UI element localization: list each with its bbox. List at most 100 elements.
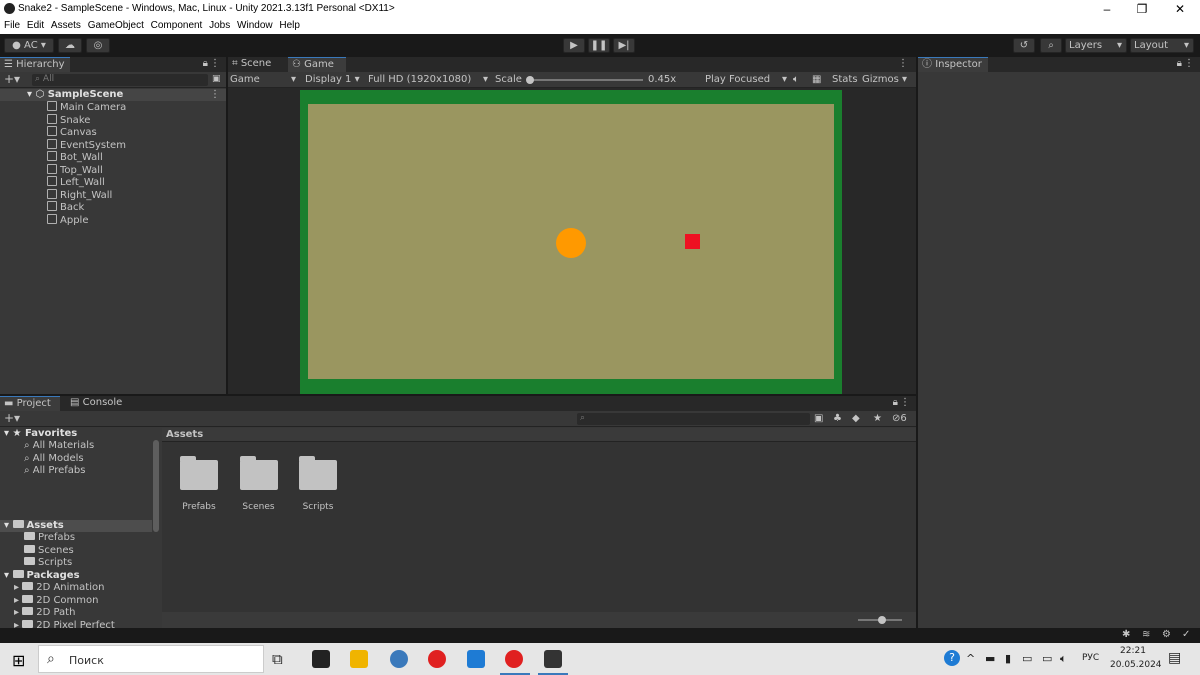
assets-header[interactable]: ▾ Assets xyxy=(4,520,64,532)
account-dropdown[interactable]: ● AC ▾ xyxy=(4,38,54,53)
play-button[interactable]: ▶ xyxy=(563,38,585,53)
assets-folder-item[interactable]: Scripts xyxy=(24,557,72,569)
scale-slider-handle[interactable] xyxy=(526,76,534,84)
hierarchy-item[interactable]: EventSystem xyxy=(47,138,126,151)
unity-taskbar-icon[interactable] xyxy=(544,650,562,668)
battery-icon[interactable]: ▬ xyxy=(985,652,995,665)
volume-icon[interactable]: 🔈︎ xyxy=(1060,652,1067,666)
lock-icon[interactable]: 🔒︎ xyxy=(203,58,208,69)
progress-icon[interactable]: ≋ xyxy=(1142,629,1150,640)
package-item[interactable]: ▸ 2D Animation xyxy=(14,582,104,594)
favorites-item[interactable]: ⌕ All Prefabs xyxy=(24,465,85,477)
lock-icon[interactable]: 🔒︎ xyxy=(1177,58,1182,69)
add-plus-icon[interactable]: +▾ xyxy=(4,72,20,86)
tab-hierarchy[interactable]: ☰ Hierarchy xyxy=(0,57,70,72)
hierarchy-item[interactable]: Back xyxy=(47,201,84,213)
favorites-header[interactable]: ▾ ★ Favorites xyxy=(4,428,77,440)
taskbar-search-box[interactable]: ⌕ Поиск xyxy=(38,645,264,673)
chevron-right-icon[interactable]: ▸ xyxy=(14,595,22,606)
tab-inspector[interactable]: ⓘ Inspector xyxy=(918,57,988,72)
menu-window[interactable]: Window xyxy=(233,18,273,31)
project-folder-tile[interactable]: Scenes xyxy=(229,456,289,516)
tab-scene[interactable]: ⌗ Scene xyxy=(228,57,286,72)
project-folder-tile[interactable]: Scripts xyxy=(288,456,348,516)
hierarchy-item[interactable]: Left_Wall xyxy=(47,176,105,188)
clock-date[interactable]: 20.05.2024 xyxy=(1110,660,1162,670)
stats-button[interactable]: Stats xyxy=(832,74,858,85)
amazon-icon[interactable] xyxy=(312,650,330,668)
breadcrumb-assets[interactable]: Assets xyxy=(166,429,203,440)
gizmos-dropdown[interactable]: Gizmos ▾ xyxy=(862,74,907,85)
favorite-star-icon[interactable]: ★ xyxy=(873,413,882,424)
packages-header[interactable]: ▾ Packages xyxy=(4,570,80,582)
mail-icon[interactable] xyxy=(467,650,485,668)
file-explorer-icon[interactable] xyxy=(350,650,368,668)
tab-console[interactable]: ▤ Console xyxy=(66,396,130,411)
project-folder-tile[interactable]: Prefabs xyxy=(169,456,229,516)
hierarchy-item[interactable]: Apple xyxy=(47,213,88,226)
menu-edit[interactable]: Edit xyxy=(23,18,44,31)
menu-file[interactable]: File xyxy=(0,18,20,31)
language-indicator[interactable]: РУС xyxy=(1082,653,1099,663)
menu-gameobject[interactable]: GameObject xyxy=(84,18,144,31)
lock-icon[interactable]: 🔒︎ xyxy=(893,397,898,408)
yandex-icon[interactable] xyxy=(428,650,446,668)
layout-dropdown[interactable]: Layout ▾ xyxy=(1130,38,1194,53)
network-icon[interactable]: ▭ xyxy=(1022,652,1032,665)
favorites-item[interactable]: ⌕ All Models xyxy=(24,453,84,465)
display-dropdown[interactable]: Display 1 ▾ xyxy=(305,74,360,85)
close-window-button[interactable]: ✕ xyxy=(1160,1,1200,17)
kebab-menu-icon[interactable]: ⋮ xyxy=(898,58,908,69)
display-icon[interactable]: ▭ xyxy=(1042,652,1052,665)
search-by-label-icon[interactable]: ♣ xyxy=(833,413,842,424)
app-icon[interactable] xyxy=(390,650,408,668)
kebab-menu-icon[interactable]: ⋮ xyxy=(1184,58,1194,69)
debug-icon[interactable]: ✱ xyxy=(1122,629,1130,640)
menu-component[interactable]: Component xyxy=(147,18,203,31)
hierarchy-item[interactable]: Canvas xyxy=(47,126,97,138)
assets-folder-item[interactable]: Scenes xyxy=(24,544,74,557)
search-options-icon[interactable]: ▣ xyxy=(212,74,221,84)
assets-folder-item[interactable]: Prefabs xyxy=(24,532,75,544)
clock-time[interactable]: 22:21 xyxy=(1120,646,1146,656)
chevron-right-icon[interactable]: ▸ xyxy=(14,607,22,618)
auto-generate-icon[interactable]: ⚙ xyxy=(1162,629,1171,640)
icon-size-slider-handle[interactable] xyxy=(878,616,886,624)
notifications-icon[interactable]: ▤ xyxy=(1168,650,1181,666)
yandex-browser-icon[interactable] xyxy=(505,650,523,668)
collab-icon[interactable]: ◎ xyxy=(86,38,110,53)
resolution-dropdown[interactable]: Full HD (1920x1080) ▾ xyxy=(368,74,488,85)
chevron-right-icon[interactable]: ▸ xyxy=(14,582,22,593)
hierarchy-item[interactable]: Right_Wall xyxy=(47,188,112,201)
favorites-item[interactable]: ⌕ All Materials xyxy=(24,440,94,452)
hierarchy-item[interactable]: Snake xyxy=(47,113,90,126)
layers-dropdown[interactable]: Layers ▾ xyxy=(1065,38,1127,53)
maximize-button[interactable]: ❐ xyxy=(1122,1,1162,17)
search-by-type-icon[interactable]: ▣ xyxy=(814,413,823,424)
kebab-menu-icon[interactable]: ⋮ xyxy=(210,58,220,69)
package-item[interactable]: ▸ 2D Path xyxy=(14,607,75,619)
package-item[interactable]: ▸ 2D Common xyxy=(14,594,98,607)
menu-jobs[interactable]: Jobs xyxy=(205,18,230,31)
scene-row[interactable]: ▾ ⬡ SampleScene ⋮ xyxy=(0,89,226,101)
step-button[interactable]: ▶| xyxy=(613,38,635,53)
task-view-icon[interactable]: ⧉ xyxy=(272,650,283,668)
tab-game[interactable]: ⚇ Game xyxy=(288,57,346,72)
help-icon[interactable]: ? xyxy=(944,650,960,666)
hierarchy-search-input[interactable]: ⌕ All xyxy=(32,74,208,86)
minimize-button[interactable]: – xyxy=(1087,1,1127,17)
tab-project[interactable]: ▬ Project xyxy=(0,396,60,411)
play-focused-dropdown[interactable]: Play Focused ▾ xyxy=(705,74,787,85)
hierarchy-item[interactable]: Top_Wall xyxy=(47,163,103,176)
game-view-dropdown[interactable]: Game ▾ xyxy=(230,74,298,85)
pause-button[interactable]: ❚❚ xyxy=(588,38,610,53)
add-plus-icon[interactable]: +▾ xyxy=(4,411,20,425)
microphone-icon[interactable]: ▮ xyxy=(1005,652,1011,665)
history-icon[interactable]: ↺ xyxy=(1013,38,1035,53)
icon-size-slider[interactable] xyxy=(858,616,902,624)
search-icon[interactable]: ⌕ xyxy=(1040,38,1062,53)
hierarchy-item[interactable]: Bot_Wall xyxy=(47,151,103,163)
hidden-packages-icon[interactable]: ⊘6 xyxy=(892,413,907,424)
mute-audio-icon[interactable]: 🔈︎ xyxy=(793,74,799,85)
tag-icon[interactable]: ◆ xyxy=(852,413,860,424)
